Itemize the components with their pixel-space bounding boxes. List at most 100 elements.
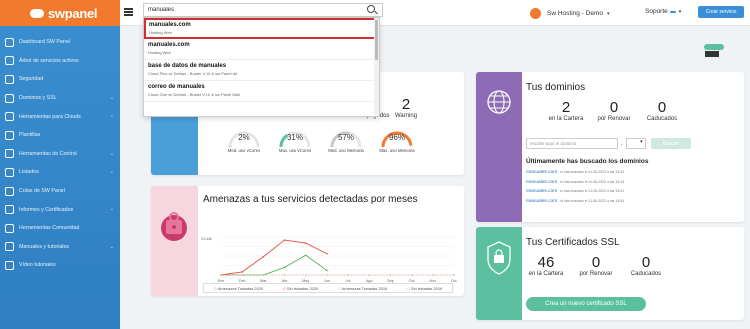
gauge-label: Med. uso vCores xyxy=(227,148,261,153)
search-input[interactable] xyxy=(143,3,383,17)
recent-when: lo has buscado el 11-06-2022 a las 14:54 xyxy=(560,198,625,203)
chevron-down-icon: ⌄ xyxy=(109,113,114,120)
tld-select[interactable]: ▾ xyxy=(625,138,646,149)
ssl-stat-value: 0 xyxy=(591,254,601,271)
search-result-item[interactable]: base de datos de manuales Cloud Plus w/ D… xyxy=(144,60,379,81)
sidebar-item-label: Informes y Certificados xyxy=(19,206,74,213)
gauge-value: 2% xyxy=(238,133,250,142)
toggle-badge[interactable] xyxy=(700,44,728,60)
sidebar-item[interactable]: Plantillas xyxy=(0,126,120,145)
brand-name: swpanel xyxy=(48,5,98,21)
series-point xyxy=(368,274,371,276)
cloud-logo-icon xyxy=(30,8,44,18)
dominio-stat-value: 0 xyxy=(657,99,667,116)
sidebar-item-label: Seguridad xyxy=(19,76,44,83)
series-point xyxy=(347,274,349,276)
amenazas-card: Amenazas a tus servicios detectadas por … xyxy=(151,186,464,296)
gauge-label: Max. uso vCores xyxy=(278,148,312,153)
shield-icon xyxy=(5,74,14,84)
search-result-item[interactable]: manuales.com Hosting Web xyxy=(144,39,379,60)
recent-search-item[interactable]: manuales.com lo has buscado el 11-06-2022… xyxy=(526,199,624,209)
hosting-avatar xyxy=(530,8,541,19)
recent-when: lo has buscado el 11-06-2022 a las 15:01 xyxy=(560,189,625,193)
series-point xyxy=(432,274,434,276)
buscar-dominio-button[interactable]: Buscar xyxy=(650,138,691,149)
recent-when: lo has buscado el 11-06-2022 a las 15:14 xyxy=(560,179,625,184)
brand-logo[interactable]: swpanel xyxy=(0,0,120,26)
hosting-label: Sw Hosting - Demo xyxy=(547,10,603,17)
crear-servicio-button[interactable]: Crear servicio xyxy=(698,6,744,18)
chevron-down-icon: ⌄ xyxy=(109,94,114,101)
gauge-value: 57% xyxy=(337,133,354,142)
report-icon xyxy=(5,205,14,215)
sidebar-item[interactable]: Herramientas Comunidad xyxy=(0,219,120,238)
sidebar-item-label: Árbol de servicios activos xyxy=(19,57,79,64)
sidebar-item[interactable]: Vídeo tutoriales xyxy=(0,256,120,275)
recent-search-item[interactable]: manuales.com lo has buscado el 11-06-2022… xyxy=(526,170,624,180)
crear-certificado-button[interactable]: Crea un nuevo certificado SSL xyxy=(526,297,646,311)
soporte-label: Soporte xyxy=(645,8,668,15)
cloud-stat-label: Warning xyxy=(394,113,418,119)
dropdown-scrollbar[interactable] xyxy=(374,18,379,116)
community-icon xyxy=(5,223,14,233)
sidebar-item[interactable]: Árbol de servicios activos xyxy=(0,52,120,71)
chevron-down-icon: ⌄ xyxy=(109,206,114,213)
sidebar-item-label: Dashboard SW Panel xyxy=(19,39,70,46)
cloud-icon xyxy=(5,112,14,122)
recent-domain: manuales.com xyxy=(526,170,558,175)
sidebar-item-label: Listados xyxy=(19,169,39,176)
sidebar-item-label: Plantillas xyxy=(19,132,41,139)
ssl-stat: 0 por Renovar xyxy=(576,254,616,277)
sidebar-item[interactable]: Manuales y tutoriales ⌄ xyxy=(0,238,120,257)
ssl-stat-value: 0 xyxy=(641,254,651,271)
legend-marker-icon: ◇ xyxy=(337,285,341,291)
sidebar-item[interactable]: Herramientas de Control ⌄ xyxy=(0,145,120,164)
sidebar-item[interactable]: Informes y Certificados ⌄ xyxy=(0,200,120,219)
dominio-stat-label: en la Cartera xyxy=(548,116,584,122)
legend-item[interactable]: ◇ Amenazas Tratadas 2020 xyxy=(214,286,264,291)
series-point xyxy=(326,274,328,276)
series-point xyxy=(283,266,286,269)
series-point xyxy=(410,274,413,276)
sidebar-item-label: Herramientas Comunidad xyxy=(19,225,80,232)
series-point xyxy=(304,254,307,257)
ssl-stat-label: por Renovar xyxy=(579,271,613,277)
sidebar-nav: Dashboard SW Panel Árbol de servicios act… xyxy=(0,26,120,275)
y-tick-label: 23.446 xyxy=(201,237,212,241)
recent-search-item[interactable]: manuales.com lo has buscado el 11-06-2022… xyxy=(526,180,624,190)
sidebar-item[interactable]: Herramientas para Clouds ⌄ xyxy=(0,107,120,126)
legend-item[interactable]: ◇ Sin tratadas 2019 xyxy=(407,286,443,291)
series-point xyxy=(262,274,265,276)
dominio-input[interactable]: escribe aquí el dominio xyxy=(526,138,618,149)
tree-icon xyxy=(5,56,14,66)
sidebar-item-label: Vídeo tutoriales xyxy=(19,262,56,269)
lock-icon xyxy=(487,241,511,275)
sidebar-item[interactable]: Colas de SW Panel xyxy=(0,182,120,201)
legend-label: Amenazas Tratadas 2020 xyxy=(217,285,264,291)
legend-item[interactable]: ◇ Amenazas Tratadas 2019 xyxy=(338,286,388,291)
dominio-stat: 0 por Renovar xyxy=(594,99,634,122)
sidebar-item[interactable]: Dashboard SW Panel xyxy=(0,33,120,52)
search-result-item[interactable]: manuales.com Hosting Web xyxy=(144,18,379,39)
dominio-stat: 0 Caducados xyxy=(642,99,682,122)
chevron-down-icon: ▾ xyxy=(678,8,682,15)
legend-marker-icon: ◇ xyxy=(282,285,286,291)
globe-icon xyxy=(487,90,511,114)
sidebar-item[interactable]: Listados ⌄ xyxy=(0,163,120,182)
gauge-label: Med. uso Memoria xyxy=(328,148,364,153)
series-point xyxy=(453,274,455,276)
soporte-menu[interactable]: Soporte ▾ xyxy=(645,8,681,15)
hosting-selector[interactable]: Sw Hosting - Demo ▾ xyxy=(530,8,610,19)
search-icon[interactable] xyxy=(367,5,375,13)
search-result-item[interactable]: correo de manuales Cloud One w/ Debian - … xyxy=(144,81,379,102)
chevron-down-icon: ⌄ xyxy=(109,169,114,176)
menu-icon[interactable] xyxy=(124,8,133,16)
sidebar-item-label: Dominios y SSL xyxy=(19,95,57,102)
recent-search-item[interactable]: manuales.com lo has buscado el 11-06-2022… xyxy=(526,189,624,199)
legend-item[interactable]: ◇ Sin tratadas 2020 xyxy=(283,286,319,291)
sidebar-item[interactable]: Dominios y SSL ⌄ xyxy=(0,89,120,108)
dominios-card: Tus dominios 2 en la Cartera 0 por Renovar 0… xyxy=(476,72,744,222)
series-point xyxy=(304,242,307,244)
search-result-title: correo de manuales xyxy=(148,84,205,90)
sidebar-item[interactable]: Seguridad xyxy=(0,70,120,89)
